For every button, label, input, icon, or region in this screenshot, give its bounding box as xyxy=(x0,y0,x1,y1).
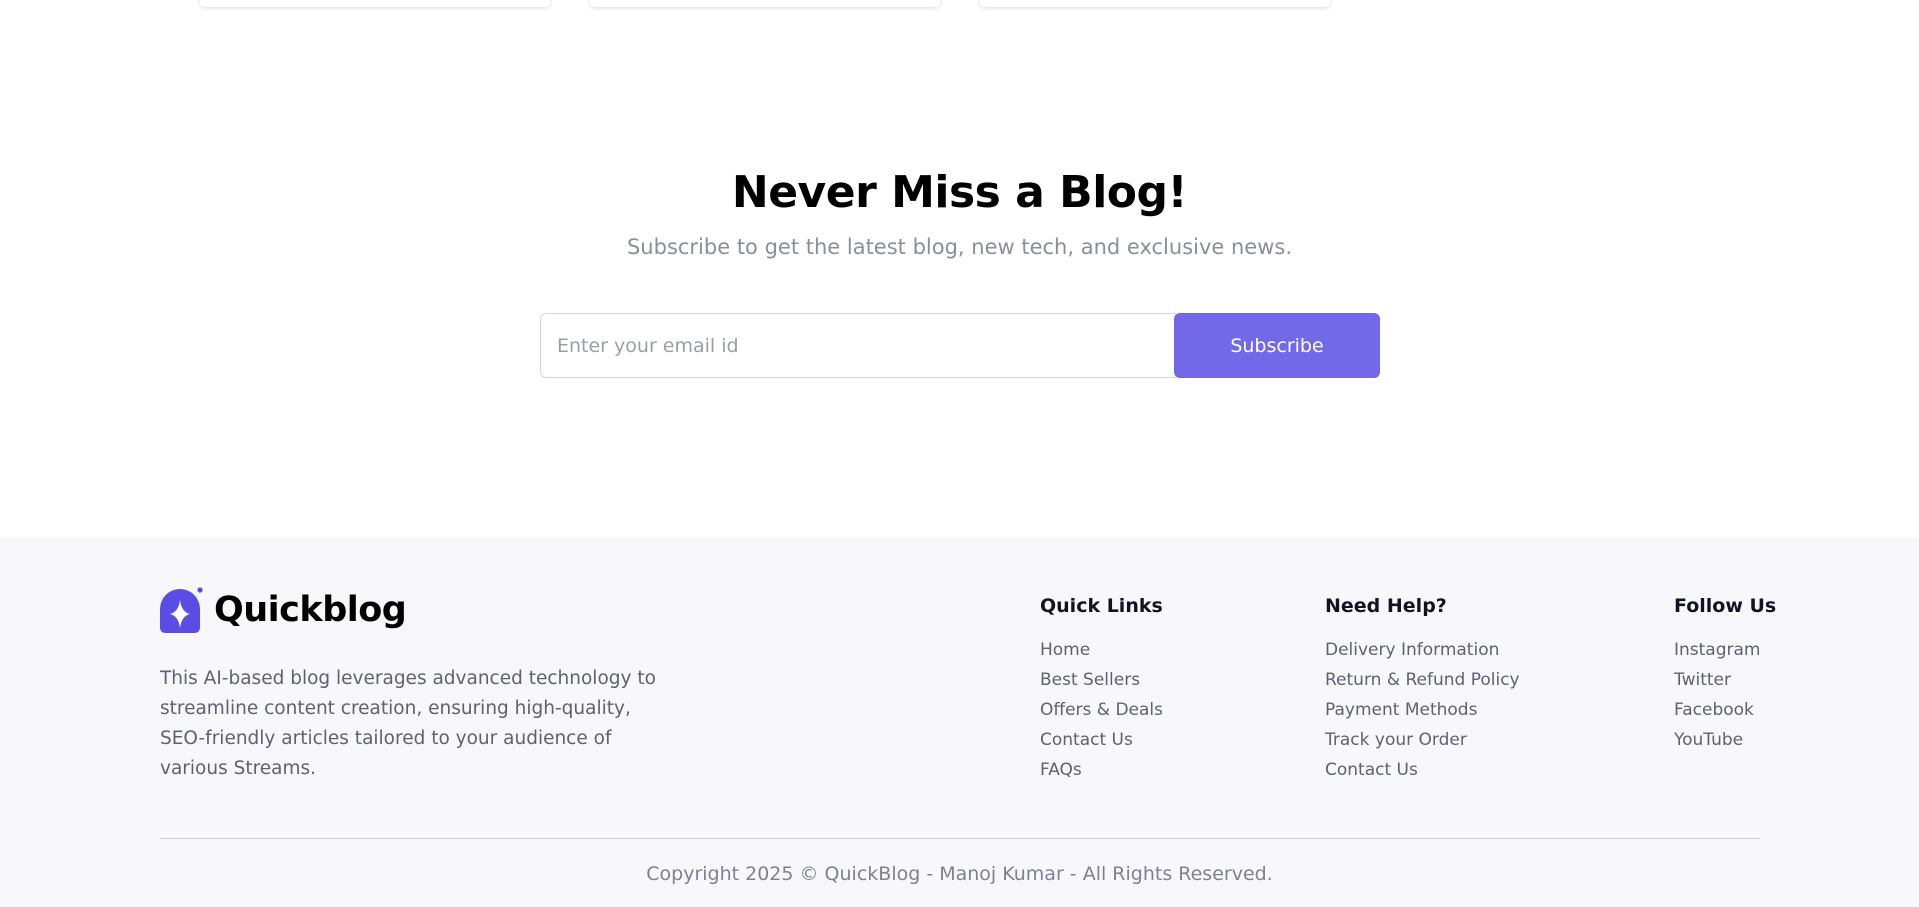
footer-link-twitter[interactable]: Twitter xyxy=(1674,670,1731,690)
footer: Quickblog This AI-based blog leverages a… xyxy=(0,537,1919,907)
quick-links-list: Home Best Sellers Offers & Deals Contact… xyxy=(1040,635,1163,785)
footer-link-instagram[interactable]: Instagram xyxy=(1674,640,1761,660)
footer-link-return-refund-policy[interactable]: Return & Refund Policy xyxy=(1325,670,1520,690)
need-help-column: Need Help? Delivery Information Return &… xyxy=(1325,591,1520,785)
footer-divider xyxy=(160,838,1760,839)
follow-us-heading: Follow Us xyxy=(1674,595,1777,617)
footer-link-delivery-information[interactable]: Delivery Information xyxy=(1325,640,1499,660)
footer-link-contact-us[interactable]: Contact Us xyxy=(1040,730,1133,750)
quick-links-heading: Quick Links xyxy=(1040,595,1163,617)
quick-links-column: Quick Links Home Best Sellers Offers & D… xyxy=(1040,591,1163,785)
email-input[interactable] xyxy=(540,313,1176,378)
newsletter-section: Never Miss a Blog! Subscribe to get the … xyxy=(0,0,1919,537)
copyright-text: Copyright 2025 © QuickBlog - Manoj Kumar… xyxy=(646,863,1273,885)
footer-link-best-sellers[interactable]: Best Sellers xyxy=(1040,670,1140,690)
footer-link-home[interactable]: Home xyxy=(1040,640,1090,660)
subscribe-button[interactable]: Subscribe xyxy=(1174,313,1380,378)
footer-link-youtube[interactable]: YouTube xyxy=(1674,730,1743,750)
footer-description: This AI-based blog leverages advanced te… xyxy=(160,668,656,779)
newsletter-subtitle: Subscribe to get the latest blog, new te… xyxy=(626,235,1293,259)
need-help-heading: Need Help? xyxy=(1325,595,1447,617)
follow-us-column: Follow Us Instagram Twitter Facebook You… xyxy=(1674,591,1776,755)
brand-name: Quickblog xyxy=(214,590,407,630)
footer-link-facebook[interactable]: Facebook xyxy=(1674,700,1754,720)
footer-link-track-order[interactable]: Track your Order xyxy=(1325,730,1467,750)
footer-link-faqs[interactable]: FAQs xyxy=(1040,760,1082,780)
sparkle-star-icon xyxy=(160,587,204,633)
subscribe-form: Subscribe xyxy=(540,313,1380,378)
footer-link-help-contact-us[interactable]: Contact Us xyxy=(1325,760,1418,780)
need-help-list: Delivery Information Return & Refund Pol… xyxy=(1325,635,1520,785)
newsletter-title: Never Miss a Blog! xyxy=(731,167,1188,218)
brand[interactable]: Quickblog xyxy=(160,587,407,633)
footer-link-payment-methods[interactable]: Payment Methods xyxy=(1325,700,1477,720)
follow-us-list: Instagram Twitter Facebook YouTube xyxy=(1674,635,1776,755)
footer-link-offers-deals[interactable]: Offers & Deals xyxy=(1040,700,1163,720)
